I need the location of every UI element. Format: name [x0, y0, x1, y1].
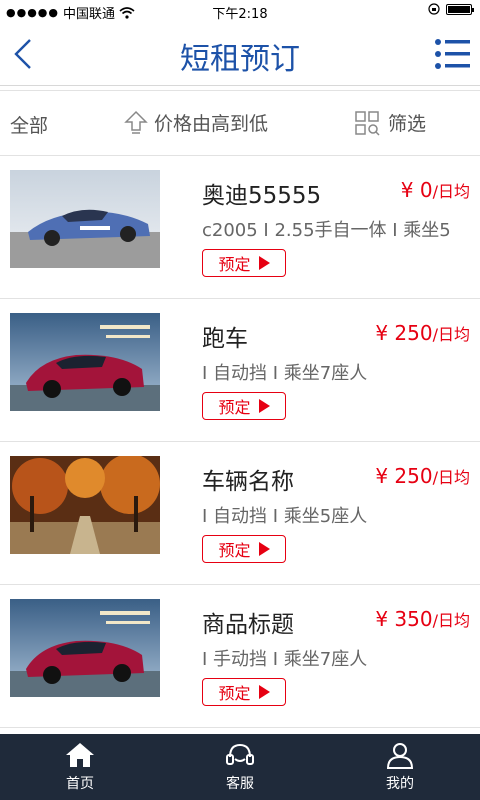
page-title: 短租预订: [180, 42, 300, 77]
tab-service-label: 客服: [226, 776, 254, 792]
car-price: ¥ 250/日均: [375, 321, 470, 345]
tab-home-label: 首页: [66, 776, 94, 792]
rotation-lock-icon: [428, 3, 440, 15]
car-image: [10, 313, 160, 411]
play-arrow-icon: [258, 685, 270, 699]
sort-price-button[interactable]: 价格由高到低: [124, 109, 268, 136]
price-value: ¥ 250: [375, 321, 433, 345]
book-label: 预定: [218, 684, 251, 703]
home-icon: [66, 743, 94, 767]
play-arrow-icon: [258, 542, 270, 556]
status-time: 下午2:18: [212, 7, 268, 22]
car-price: ¥ 250/日均: [375, 464, 470, 488]
play-arrow-icon: [258, 399, 270, 413]
car-image: [10, 456, 160, 554]
car-name: 商品标题: [202, 612, 294, 638]
list-item[interactable]: 跑车 ¥ 250/日均 I 自动挡 I 乘坐7座人 预定: [0, 299, 480, 442]
book-label: 预定: [218, 398, 251, 417]
car-price: ¥ 0/日均: [401, 178, 470, 202]
tab-bar: 首页 客服 我的: [0, 734, 480, 800]
car-name: 跑车: [202, 326, 248, 352]
filter-button[interactable]: 筛选: [354, 109, 426, 136]
price-unit: /日均: [432, 468, 470, 487]
headset-icon: [226, 743, 254, 765]
tab-service[interactable]: 客服: [160, 734, 320, 800]
list-item[interactable]: 商品标题 ¥ 350/日均 I 手动挡 I 乘坐7座人 预定: [0, 585, 480, 728]
list-menu-icon: [435, 39, 470, 69]
play-arrow-icon: [258, 256, 270, 270]
car-spec: I 自动挡 I 乘坐7座人: [202, 363, 368, 384]
book-button[interactable]: 预定: [202, 678, 286, 706]
car-image: [10, 170, 160, 268]
list-item[interactable]: 奥迪55555 ¥ 0/日均 c2005 I 2.55手自一体 I 乘坐5 预定: [0, 156, 480, 299]
price-value: ¥ 250: [375, 464, 433, 488]
user-icon: [386, 743, 414, 769]
car-spec: I 手动挡 I 乘坐7座人: [202, 649, 368, 670]
status-bar: ●●●●● 中国联通 下午2:18: [0, 0, 480, 22]
book-label: 预定: [218, 255, 251, 274]
tab-mine-label: 我的: [386, 776, 414, 792]
price-unit: /日均: [432, 325, 470, 344]
book-button[interactable]: 预定: [202, 535, 286, 563]
book-button[interactable]: 预定: [202, 249, 286, 277]
car-price: ¥ 350/日均: [375, 607, 470, 631]
car-spec: c2005 I 2.55手自一体 I 乘坐5: [202, 220, 451, 241]
filter-all-button[interactable]: 全部: [10, 111, 48, 138]
grid-filter-icon: [355, 110, 380, 136]
book-button[interactable]: 预定: [202, 392, 286, 420]
price-value: ¥ 350: [375, 607, 433, 631]
list-item[interactable]: 车辆名称 ¥ 250/日均 I 自动挡 I 乘坐5座人 预定: [0, 442, 480, 585]
tab-home[interactable]: 首页: [0, 734, 160, 800]
car-name: 车辆名称: [202, 469, 294, 495]
sort-label: 价格由高到低: [154, 113, 269, 135]
car-spec: I 自动挡 I 乘坐5座人: [202, 506, 368, 527]
tab-mine[interactable]: 我的: [320, 734, 480, 800]
car-name: 奥迪55555: [202, 183, 322, 209]
menu-button[interactable]: [434, 36, 472, 72]
book-label: 预定: [218, 541, 251, 560]
price-unit: /日均: [432, 182, 470, 201]
car-image: [10, 599, 160, 697]
nav-bar: 短租预订: [0, 22, 480, 86]
filter-label: 筛选: [388, 113, 427, 135]
price-unit: /日均: [432, 611, 470, 630]
sort-up-icon: [124, 110, 148, 134]
car-list: 奥迪55555 ¥ 0/日均 c2005 I 2.55手自一体 I 乘坐5 预定: [0, 156, 480, 728]
filter-bar: 全部 价格由高到低 筛选: [0, 90, 480, 156]
battery-icon: [446, 3, 474, 15]
status-right: [428, 3, 474, 15]
price-value: ¥ 0: [400, 178, 433, 202]
